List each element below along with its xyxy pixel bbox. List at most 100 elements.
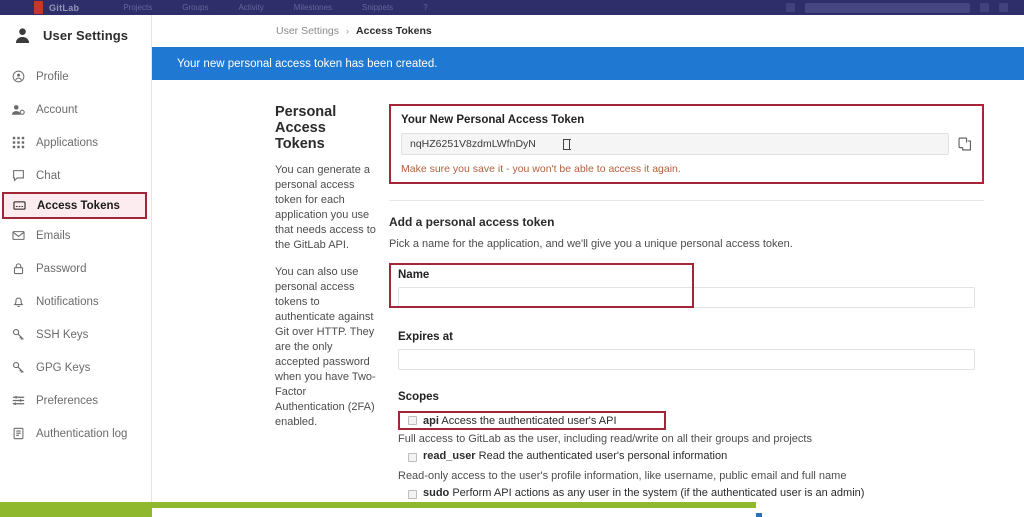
lock-icon — [11, 262, 25, 276]
scopes-section: Scopes api Access the authenticated user… — [389, 391, 984, 517]
scope-name-api: api — [423, 414, 439, 427]
copy-clipboard-icon[interactable] — [958, 136, 972, 152]
scope-label-read-user: read_user Read the authenticated user's … — [423, 450, 727, 462]
sidebar-item-profile[interactable]: Profile — [0, 60, 151, 93]
add-token-subtitle: Pick a name for the application, and we'… — [389, 238, 793, 250]
new-token-panel: Your New Personal Access Token nqHZ6251V… — [389, 104, 984, 184]
new-token-value: nqHZ6251V8zdmLWfnDyN — [410, 138, 536, 150]
navbar-brand[interactable]: GitLab — [49, 3, 79, 13]
envelope-icon — [11, 229, 25, 243]
sidebar-title: User Settings — [43, 28, 129, 43]
user-icon — [14, 27, 31, 44]
scope-desc-sudo: Perform API actions as any user in the s… — [452, 487, 865, 499]
new-token-input[interactable]: nqHZ6251V8zdmLWfnDyN — [401, 133, 949, 155]
top-navbar: GitLab Projects Groups Activity Mileston… — [0, 0, 1024, 15]
bottom-bar — [0, 502, 1024, 517]
scope-name-read-user: read_user — [423, 450, 476, 462]
sidebar-item-label: SSH Keys — [36, 328, 89, 341]
sidebar-item-chat[interactable]: Chat — [0, 159, 151, 192]
scope-checkbox-sudo[interactable] — [408, 490, 417, 499]
sidebar-item-ssh-keys[interactable]: SSH Keys — [0, 318, 151, 351]
sidebar-item-label: Authentication log — [36, 427, 128, 440]
name-input[interactable] — [398, 287, 975, 308]
applications-grid-icon — [11, 136, 25, 150]
navbar-item-groups[interactable]: Groups — [182, 3, 208, 12]
navbar-item-snippets[interactable]: Snippets — [362, 3, 393, 12]
log-book-icon — [11, 427, 25, 441]
scope-desc-api: Access the authenticated user's API — [441, 414, 617, 427]
sidebar-item-notifications[interactable]: Notifications — [0, 285, 151, 318]
key-icon — [11, 361, 25, 375]
intro-column: Personal Access Tokens You can generate … — [152, 104, 378, 517]
intro-paragraph-2: You can also use personal access tokens … — [275, 266, 376, 428]
name-form-group: Name — [389, 263, 984, 316]
form-column: Your New Personal Access Token nqHZ6251V… — [378, 104, 1024, 517]
sidebar-item-authentication-log[interactable]: Authentication log — [0, 417, 151, 450]
sidebar-item-label: Emails — [36, 229, 71, 242]
navbar-right-actions — [786, 2, 1008, 13]
breadcrumb-separator-icon: › — [346, 26, 350, 36]
sidebar-item-account[interactable]: Account — [0, 93, 151, 126]
new-token-label: Your New Personal Access Token — [401, 114, 585, 126]
sidebar-nav-list: Profile Account Applications Chat Access… — [0, 56, 151, 450]
sidebar-item-label: Preferences — [36, 394, 99, 407]
search-input[interactable] — [805, 2, 970, 13]
navbar-item-milestones[interactable]: Milestones — [294, 3, 332, 12]
sidebar-item-gpg-keys[interactable]: GPG Keys — [0, 351, 151, 384]
issues-icon[interactable] — [980, 3, 989, 12]
section-divider — [389, 200, 984, 201]
navbar-item-activity[interactable]: Activity — [238, 3, 263, 12]
sidebar-item-label: Account — [36, 103, 78, 116]
chat-bubble-icon — [11, 169, 25, 183]
scope-label-sudo: sudo Perform API actions as any user in … — [423, 487, 864, 499]
scope-row-read-user[interactable]: read_user Read the authenticated user's … — [398, 450, 984, 467]
name-label: Name — [398, 269, 430, 281]
sidebar-item-label: Access Tokens — [37, 199, 120, 212]
scope-label-api: api Access the authenticated user's API — [423, 415, 617, 427]
expires-label: Expires at — [398, 331, 453, 343]
gitlab-access-tokens-page: GitLab Projects Groups Activity Mileston… — [0, 0, 1024, 517]
scope-row-api[interactable]: api Access the authenticated user's API — [398, 411, 666, 430]
breadcrumb-parent[interactable]: User Settings — [276, 25, 339, 37]
sidebar-item-label: Chat — [36, 169, 61, 182]
sidebar-item-label: GPG Keys — [36, 361, 91, 374]
account-icon — [11, 103, 25, 117]
plus-icon[interactable] — [786, 3, 795, 12]
scope-help-read-user: Read-only access to the user's profile i… — [398, 470, 847, 482]
scope-help-api: Full access to GitLab as the user, inclu… — [398, 433, 812, 445]
content-bottom-strip — [152, 508, 756, 517]
scope-checkbox-read-user[interactable] — [408, 453, 417, 462]
sidebar-item-applications[interactable]: Applications — [0, 126, 151, 159]
profile-icon — [11, 70, 25, 84]
text-cursor-icon — [562, 138, 571, 150]
breadcrumb-current: Access Tokens — [356, 25, 432, 37]
breadcrumb: User Settings › Access Tokens — [152, 15, 1024, 47]
expires-form-group: Expires at — [389, 329, 984, 378]
sidebar-item-label: Notifications — [36, 295, 99, 308]
success-alert: Your new personal access token has been … — [152, 47, 1024, 80]
scope-checkbox-api[interactable] — [408, 416, 417, 425]
navbar-menu: Projects Groups Activity Milestones Snip… — [123, 3, 427, 12]
main-content: User Settings › Access Tokens Your new p… — [152, 15, 1024, 517]
alert-message: Your new personal access token has been … — [177, 57, 438, 70]
sidebar-item-emails[interactable]: Emails — [0, 219, 151, 252]
navbar-item-help[interactable]: ? — [423, 3, 427, 12]
expires-input[interactable] — [398, 349, 975, 370]
scrollbar-marker[interactable] — [756, 513, 762, 517]
intro-paragraph-1: You can generate a personal access token… — [275, 164, 376, 251]
user-settings-sidebar: User Settings Profile Account Applicatio — [0, 15, 152, 502]
sidebar-item-preferences[interactable]: Preferences — [0, 384, 151, 417]
content-columns: Personal Access Tokens You can generate … — [152, 80, 1024, 517]
sliders-icon — [11, 394, 25, 408]
sidebar-item-password[interactable]: Password — [0, 252, 151, 285]
sidebar-item-label: Password — [36, 262, 87, 275]
new-token-warning: Make sure you save it - you won't be abl… — [401, 163, 681, 175]
avatar[interactable] — [999, 3, 1008, 12]
scope-desc-read-user: Read the authenticated user's personal i… — [478, 450, 728, 462]
add-token-title: Add a personal access token — [389, 215, 555, 229]
scopes-title: Scopes — [398, 391, 439, 403]
sidebar-item-access-tokens[interactable]: Access Tokens — [2, 192, 147, 219]
gitlab-logo-icon[interactable] — [34, 1, 43, 14]
navbar-item-projects[interactable]: Projects — [123, 3, 152, 12]
new-token-row: nqHZ6251V8zdmLWfnDyN — [401, 133, 972, 155]
